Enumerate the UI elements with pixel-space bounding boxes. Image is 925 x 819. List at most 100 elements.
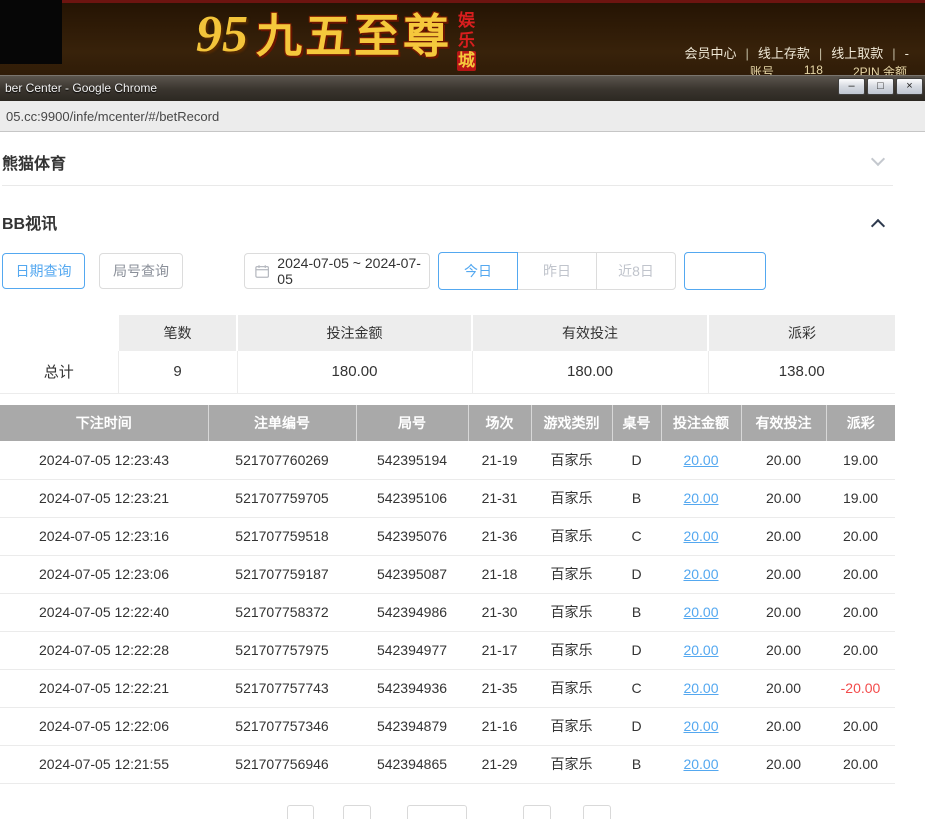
cell-payout: 20.00 — [826, 707, 895, 745]
logo-sub-char: 乐 — [457, 31, 476, 51]
col-header-bet-amount: 投注金额 — [661, 405, 741, 441]
cell-session: 21-16 — [468, 707, 531, 745]
logo-95-emblem: 95 — [196, 4, 248, 66]
browser-window: ber Center - Google Chrome – □ × 05.cc:9… — [0, 75, 925, 819]
cell-bet_amount[interactable]: 20.00 — [661, 707, 741, 745]
calendar-icon — [255, 264, 269, 279]
cell-round_no: 542395087 — [356, 555, 468, 593]
pagination-box[interactable] — [523, 805, 551, 819]
nav-separator: | — [892, 46, 895, 61]
cell-bet_amount[interactable]: 20.00 — [661, 593, 741, 631]
cell-game_type: 百家乐 — [531, 593, 612, 631]
site-logo: 95 九五至尊 娱 乐 城 — [196, 4, 476, 71]
cell-payout: 20.00 — [826, 517, 895, 555]
cell-payout: -20.00 — [826, 669, 895, 707]
cell-table_no: B — [612, 745, 661, 783]
table-row: 2024-07-05 12:22:21521707757743542394936… — [0, 669, 895, 707]
cell-time: 2024-07-05 12:23:43 — [0, 441, 208, 479]
banner-nav: 会员中心|线上存款|线上取款|- — [684, 43, 909, 62]
cell-valid_bet: 20.00 — [741, 555, 826, 593]
pagination-prev[interactable] — [287, 805, 314, 819]
cell-bet_amount[interactable]: 20.00 — [661, 745, 741, 783]
section-title: 熊猫体育 — [2, 150, 66, 174]
cell-order_no: 521707760269 — [208, 441, 356, 479]
chevron-down-icon[interactable] — [871, 152, 885, 166]
cell-valid_bet: 20.00 — [741, 669, 826, 707]
date-query-tab[interactable]: 日期查询 — [2, 253, 85, 289]
cell-bet_amount[interactable]: 20.00 — [661, 631, 741, 669]
cell-valid_bet: 20.00 — [741, 517, 826, 555]
cell-bet_amount[interactable]: 20.00 — [661, 669, 741, 707]
section-panda-sports[interactable]: 熊猫体育 — [2, 138, 893, 186]
chevron-up-icon[interactable] — [871, 218, 885, 232]
cell-payout: 20.00 — [826, 593, 895, 631]
cell-session: 21-18 — [468, 555, 531, 593]
nav-deposit[interactable]: 线上存款 — [758, 46, 810, 61]
address-bar[interactable]: 05.cc:9900/infe/mcenter/#/betRecord — [0, 101, 925, 132]
maximize-button[interactable]: □ — [867, 78, 894, 95]
window-title: ber Center - Google Chrome — [5, 81, 157, 95]
cell-round_no: 542395076 — [356, 517, 468, 555]
cell-bet_amount[interactable]: 20.00 — [661, 441, 741, 479]
col-header-order-no: 注单编号 — [208, 405, 356, 441]
cell-round_no: 542394865 — [356, 745, 468, 783]
cell-session: 21-17 — [468, 631, 531, 669]
browser-titlebar[interactable]: ber Center - Google Chrome – □ × — [0, 75, 925, 101]
cell-bet_amount[interactable]: 20.00 — [661, 479, 741, 517]
date-range-picker[interactable]: 2024-07-05 ~ 2024-07-05 — [244, 253, 430, 289]
search-button[interactable]: 查询 — [684, 252, 766, 290]
pagination-page[interactable] — [343, 805, 371, 819]
col-header-table-no: 桌号 — [612, 405, 661, 441]
today-button[interactable]: 今日 — [438, 252, 518, 290]
cell-table_no: B — [612, 593, 661, 631]
cell-time: 2024-07-05 12:23:06 — [0, 555, 208, 593]
yesterday-button[interactable]: 昨日 — [517, 252, 597, 290]
cell-valid_bet: 20.00 — [741, 479, 826, 517]
close-button[interactable]: × — [896, 78, 923, 95]
summary-bet-amount-value: 180.00 — [237, 351, 472, 393]
round-query-tab[interactable]: 局号查询 — [99, 253, 183, 289]
url-text: 05.cc:9900/infe/mcenter/#/betRecord — [6, 109, 219, 124]
cell-time: 2024-07-05 12:22:06 — [0, 707, 208, 745]
cell-table_no: D — [612, 631, 661, 669]
nav-withdraw[interactable]: 线上取款 — [831, 46, 883, 61]
col-header-valid-bet: 有效投注 — [741, 405, 826, 441]
bet-record-table: 下注时间 注单编号 局号 场次 游戏类别 桌号 投注金额 有效投注 派彩 202… — [0, 405, 895, 784]
col-header-time: 下注时间 — [0, 405, 208, 441]
quick-range-group: 今日 昨日 近8日 — [438, 252, 676, 290]
cell-order_no: 521707759187 — [208, 555, 356, 593]
last8days-button[interactable]: 近8日 — [596, 252, 676, 290]
table-row: 2024-07-05 12:22:06521707757346542394879… — [0, 707, 895, 745]
bet-table-body: 2024-07-05 12:23:43521707760269542395194… — [0, 441, 895, 783]
cell-time: 2024-07-05 12:22:21 — [0, 669, 208, 707]
cell-table_no: B — [612, 479, 661, 517]
cell-round_no: 542394936 — [356, 669, 468, 707]
section-title: BB视讯 — [2, 210, 57, 234]
logo-subtitle: 娱 乐 城 — [457, 11, 476, 71]
page-content: 熊猫体育 BB视讯 日期查询 局号查询 2024-07-05 ~ 2024-07… — [0, 132, 925, 819]
section-bb-video[interactable]: BB视讯 — [2, 198, 893, 246]
cell-bet_amount[interactable]: 20.00 — [661, 555, 741, 593]
table-row: 2024-07-05 12:23:06521707759187542395087… — [0, 555, 895, 593]
cell-order_no: 521707757743 — [208, 669, 356, 707]
cell-round_no: 542394977 — [356, 631, 468, 669]
cell-order_no: 521707758372 — [208, 593, 356, 631]
cell-payout: 19.00 — [826, 441, 895, 479]
date-range-value: 2024-07-05 ~ 2024-07-05 — [277, 255, 429, 287]
bet-table-header-row: 下注时间 注单编号 局号 场次 游戏类别 桌号 投注金额 有效投注 派彩 — [0, 405, 895, 441]
banner-top-line — [0, 0, 925, 3]
col-header-session: 场次 — [468, 405, 531, 441]
summary-count-value: 9 — [118, 351, 237, 393]
cell-valid_bet: 20.00 — [741, 441, 826, 479]
pagination-jump[interactable] — [407, 805, 467, 819]
summary-total-row: 总计 9 180.00 180.00 138.00 — [0, 351, 895, 393]
cell-time: 2024-07-05 12:22:28 — [0, 631, 208, 669]
cell-bet_amount[interactable]: 20.00 — [661, 517, 741, 555]
table-row: 2024-07-05 12:21:55521707756946542394865… — [0, 745, 895, 783]
minimize-button[interactable]: – — [838, 78, 865, 95]
pagination-next[interactable] — [583, 805, 611, 819]
cell-valid_bet: 20.00 — [741, 593, 826, 631]
cell-game_type: 百家乐 — [531, 479, 612, 517]
summary-header-row: 笔数 投注金额 有效投注 派彩 — [0, 315, 895, 351]
nav-member-center[interactable]: 会员中心 — [684, 46, 736, 61]
